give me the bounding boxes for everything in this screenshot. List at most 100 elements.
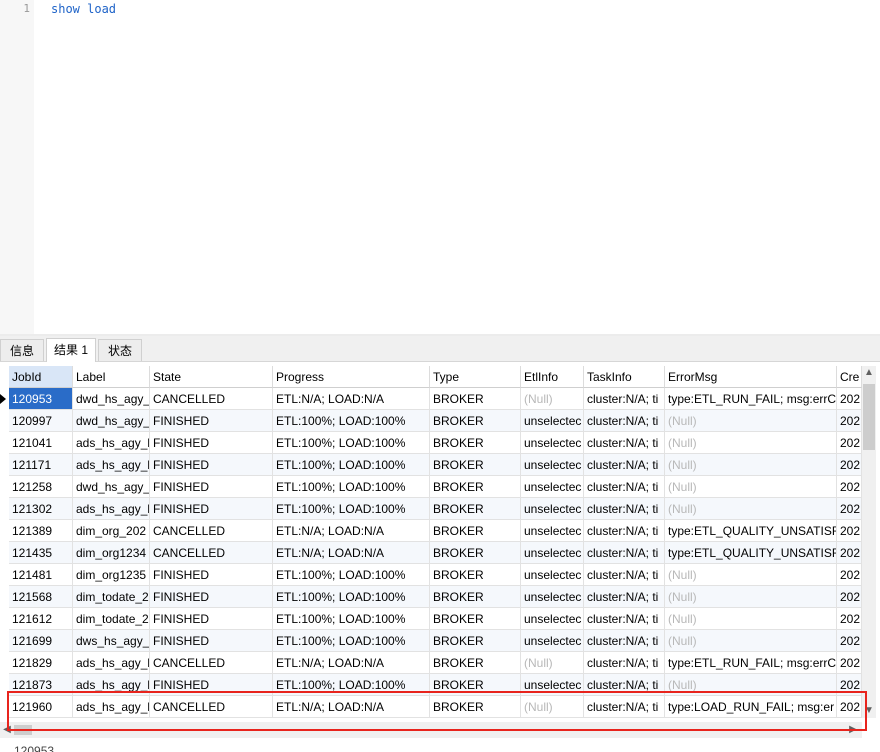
cell-type[interactable]: BROKER	[430, 432, 521, 454]
cell-type[interactable]: BROKER	[430, 388, 521, 410]
cell-etlinfo[interactable]: unselectec	[521, 542, 584, 564]
cell-errormsg[interactable]: (Null)	[665, 608, 837, 630]
cell-taskinfo[interactable]: cluster:N/A; ti	[584, 564, 665, 586]
cell-create-time[interactable]: 202	[837, 432, 862, 454]
cell-type[interactable]: BROKER	[430, 498, 521, 520]
cell-errormsg[interactable]: type:ETL_QUALITY_UNSATISFI	[665, 520, 837, 542]
cell-etlinfo[interactable]: unselectec	[521, 476, 584, 498]
cell-taskinfo[interactable]: cluster:N/A; ti	[584, 388, 665, 410]
cell-state[interactable]: FINISHED	[150, 476, 273, 498]
cell-type[interactable]: BROKER	[430, 652, 521, 674]
cell-state[interactable]: CANCELLED	[150, 520, 273, 542]
cell-create-time[interactable]: 202	[837, 520, 862, 542]
cell-errormsg[interactable]: (Null)	[665, 476, 837, 498]
cell-taskinfo[interactable]: cluster:N/A; ti	[584, 476, 665, 498]
column-header-create-time[interactable]: Cre	[837, 366, 862, 388]
cell-progress[interactable]: ETL:N/A; LOAD:N/A	[273, 652, 430, 674]
cell-state[interactable]: FINISHED	[150, 432, 273, 454]
table-row[interactable]: 121041 ads_hs_agy_k FINISHED ETL:100%; LOAD…	[0, 432, 862, 454]
cell-jobid[interactable]: 121041	[9, 432, 73, 454]
cell-progress[interactable]: ETL:100%; LOAD:100%	[273, 608, 430, 630]
cell-label[interactable]: dim_org1234	[73, 542, 150, 564]
cell-etlinfo[interactable]: unselectec	[521, 410, 584, 432]
cell-label[interactable]: dim_todate_2	[73, 608, 150, 630]
cell-state[interactable]: CANCELLED	[150, 388, 273, 410]
cell-etlinfo[interactable]: unselectec	[521, 520, 584, 542]
cell-progress[interactable]: ETL:100%; LOAD:100%	[273, 410, 430, 432]
cell-label[interactable]: dim_org_202	[73, 520, 150, 542]
table-row[interactable]: 121171 ads_hs_agy_k FINISHED ETL:100%; LOAD…	[0, 454, 862, 476]
cell-errormsg[interactable]: (Null)	[665, 410, 837, 432]
vertical-scroll-thumb[interactable]	[863, 384, 875, 450]
cell-state[interactable]: CANCELLED	[150, 542, 273, 564]
cell-errormsg[interactable]: (Null)	[665, 630, 837, 652]
cell-errormsg[interactable]: (Null)	[665, 432, 837, 454]
tab-result-1[interactable]: 结果 1	[46, 338, 96, 362]
cell-state[interactable]: CANCELLED	[150, 652, 273, 674]
cell-jobid[interactable]: 121612	[9, 608, 73, 630]
cell-taskinfo[interactable]: cluster:N/A; ti	[584, 542, 665, 564]
cell-create-time[interactable]: 202	[837, 388, 862, 410]
cell-progress[interactable]: ETL:N/A; LOAD:N/A	[273, 388, 430, 410]
table-row[interactable]: 121612 dim_todate_2 FINISHED ETL:100%; LOAD…	[0, 608, 862, 630]
cell-type[interactable]: BROKER	[430, 564, 521, 586]
cell-taskinfo[interactable]: cluster:N/A; ti	[584, 652, 665, 674]
cell-type[interactable]: BROKER	[430, 608, 521, 630]
cell-progress[interactable]: ETL:N/A; LOAD:N/A	[273, 520, 430, 542]
cell-jobid[interactable]: 121302	[9, 498, 73, 520]
cell-taskinfo[interactable]: cluster:N/A; ti	[584, 608, 665, 630]
column-header-jobid[interactable]: JobId	[9, 366, 73, 388]
cell-label[interactable]: ads_hs_agy_k	[73, 432, 150, 454]
cell-state[interactable]: FINISHED	[150, 608, 273, 630]
cell-taskinfo[interactable]: cluster:N/A; ti	[584, 432, 665, 454]
cell-type[interactable]: BROKER	[430, 520, 521, 542]
cell-etlinfo[interactable]: (Null)	[521, 388, 584, 410]
cell-create-time[interactable]: 202	[837, 410, 862, 432]
vertical-scrollbar[interactable]: ▲ ▼	[862, 366, 876, 718]
cell-create-time[interactable]: 202	[837, 630, 862, 652]
cell-progress[interactable]: ETL:100%; LOAD:100%	[273, 454, 430, 476]
cell-errormsg[interactable]: type:ETL_QUALITY_UNSATISFI	[665, 542, 837, 564]
cell-create-time[interactable]: 202	[837, 542, 862, 564]
cell-label[interactable]: ads_hs_agy_k	[73, 498, 150, 520]
table-row[interactable]: 121829 ads_hs_agy_k CANCELLED ETL:N/A; LOAD…	[0, 652, 862, 674]
cell-create-time[interactable]: 202	[837, 564, 862, 586]
column-header-errormsg[interactable]: ErrorMsg	[665, 366, 837, 388]
table-row[interactable]: 121258 dwd_hs_agy_ FINISHED ETL:100%; LOAD:…	[0, 476, 862, 498]
table-row[interactable]: 121389 dim_org_202 CANCELLED ETL:N/A; LOAD:…	[0, 520, 862, 542]
cell-etlinfo[interactable]: unselectec	[521, 586, 584, 608]
cell-errormsg[interactable]: type:ETL_RUN_FAIL; msg:errC	[665, 652, 837, 674]
cell-label[interactable]: dwd_hs_agy_	[73, 410, 150, 432]
cell-state[interactable]: FINISHED	[150, 410, 273, 432]
cell-progress[interactable]: ETL:100%; LOAD:100%	[273, 498, 430, 520]
cell-label[interactable]: dws_hs_agy_l	[73, 630, 150, 652]
cell-create-time[interactable]: 202	[837, 476, 862, 498]
table-row[interactable]: 121481 dim_org1235 FINISHED ETL:100%; LOAD:…	[0, 564, 862, 586]
cell-label[interactable]: dwd_hs_agy_	[73, 388, 150, 410]
column-header-taskinfo[interactable]: TaskInfo	[584, 366, 665, 388]
cell-jobid[interactable]: 120953	[9, 388, 73, 410]
cell-etlinfo[interactable]: unselectec	[521, 498, 584, 520]
cell-type[interactable]: BROKER	[430, 454, 521, 476]
cell-jobid[interactable]: 121699	[9, 630, 73, 652]
result-grid[interactable]: JobId Label State Progress Type EtlInfo TaskIn…	[0, 366, 862, 718]
cell-state[interactable]: FINISHED	[150, 586, 273, 608]
cell-progress[interactable]: ETL:N/A; LOAD:N/A	[273, 542, 430, 564]
cell-taskinfo[interactable]: cluster:N/A; ti	[584, 410, 665, 432]
cell-label[interactable]: dim_org1235	[73, 564, 150, 586]
table-row[interactable]: 121699 dws_hs_agy_l FINISHED ETL:100%; LOAD…	[0, 630, 862, 652]
cell-type[interactable]: BROKER	[430, 630, 521, 652]
cell-state[interactable]: FINISHED	[150, 630, 273, 652]
cell-label[interactable]: dim_todate_2	[73, 586, 150, 608]
cell-etlinfo[interactable]: unselectec	[521, 630, 584, 652]
column-header-progress[interactable]: Progress	[273, 366, 430, 388]
cell-taskinfo[interactable]: cluster:N/A; ti	[584, 586, 665, 608]
cell-state[interactable]: FINISHED	[150, 564, 273, 586]
cell-errormsg[interactable]: type:ETL_RUN_FAIL; msg:errC	[665, 388, 837, 410]
column-header-state[interactable]: State	[150, 366, 273, 388]
cell-jobid[interactable]: 121481	[9, 564, 73, 586]
cell-taskinfo[interactable]: cluster:N/A; ti	[584, 498, 665, 520]
cell-etlinfo[interactable]: unselectec	[521, 454, 584, 476]
sql-editor[interactable]: 1 show load	[0, 0, 880, 334]
scroll-up-arrow-icon[interactable]: ▲	[862, 366, 876, 380]
